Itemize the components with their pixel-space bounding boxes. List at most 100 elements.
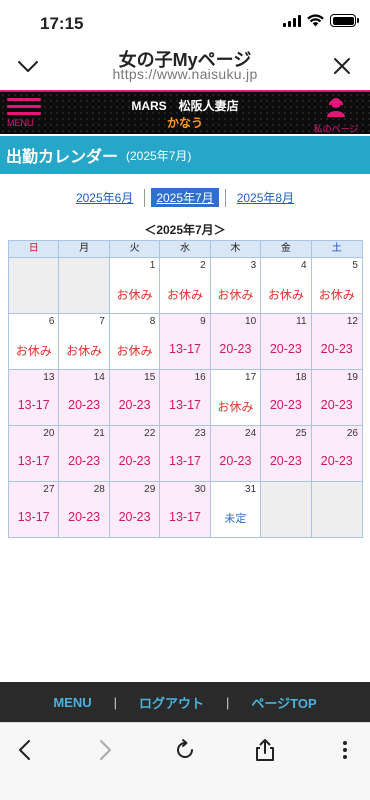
calendar-empty-cell — [59, 258, 110, 313]
calendar-day-cell: 26 20-23 — [311, 426, 362, 481]
day-number: 24 — [245, 428, 257, 439]
shift-status: お休み — [15, 344, 52, 358]
day-number: 17 — [245, 372, 257, 383]
shift-status: 20-23 — [269, 342, 302, 356]
day-number: 25 — [295, 428, 307, 439]
shift-status: 20-23 — [269, 398, 302, 412]
calendar-day-cell: 30 13-17 — [160, 482, 211, 537]
page-top-link[interactable]: ページTOP — [251, 693, 316, 712]
calendar: 日 月 火 水 木 金 土 1 お休み 2 お休み 3 お休み 4 お休み 5 お休み 6 お休み 7 お… — [8, 240, 363, 538]
calendar-day-cell: 17 お休み — [210, 370, 262, 425]
prev-month-link[interactable]: 2025年6月 — [71, 188, 138, 207]
calendar-title: ＜2025年7月＞ — [144, 223, 226, 237]
shift-status: 20-23 — [118, 510, 151, 524]
weekday-thu: 木 — [211, 241, 262, 257]
shift-status: お休み — [217, 288, 254, 302]
shift-status: 20-23 — [68, 454, 101, 468]
calendar-day-cell: 7 お休み — [59, 314, 110, 369]
wifi-icon — [307, 14, 324, 27]
mypage-button[interactable]: 私のページ — [310, 96, 362, 135]
shift-status: 20-23 — [269, 454, 302, 468]
signal-icon — [283, 14, 301, 27]
page-url: https://www.naisuku.jp — [112, 66, 258, 82]
day-number: 8 — [149, 316, 156, 327]
day-number: 16 — [194, 372, 206, 383]
calendar-day-cell: 5 お休み — [311, 258, 362, 313]
weekday-tue: 火 — [110, 241, 161, 257]
calendar-day-cell: 6 お休み — [9, 314, 60, 369]
calendar-day-cell: 14 20-23 — [59, 370, 110, 425]
close-icon[interactable] — [330, 54, 354, 78]
footer-separator: | — [226, 694, 230, 710]
shift-status: お休み — [318, 288, 355, 302]
calendar-day-cell: 12 20-23 — [311, 314, 362, 369]
day-number: 11 — [296, 316, 307, 327]
calendar-day-cell: 27 13-17 — [9, 482, 60, 537]
forward-icon[interactable] — [92, 737, 118, 763]
day-number: 27 — [43, 484, 55, 495]
shift-status: 13-17 — [169, 342, 201, 356]
day-number: 6 — [48, 316, 55, 327]
day-number: 1 — [149, 260, 156, 271]
section-title-text: 出勤カレンダー — [6, 149, 119, 166]
shift-status: 13-17 — [169, 510, 201, 524]
shift-status: 13-17 — [17, 398, 50, 412]
calendar-day-cell: 18 20-23 — [261, 370, 312, 425]
shift-status: 13-17 — [169, 454, 201, 468]
shift-status: お休み — [166, 288, 203, 302]
day-number: 31 — [245, 484, 257, 495]
current-month-link[interactable]: 2025年7月 — [151, 188, 219, 207]
day-number: 9 — [200, 316, 206, 327]
calendar-day-cell: 4 お休み — [261, 258, 312, 313]
day-number: 20 — [43, 428, 55, 439]
calendar-empty-cell — [261, 482, 312, 537]
shift-status: 13-17 — [169, 398, 201, 412]
shift-status: お休み — [116, 344, 153, 358]
calendar-day-cell: 29 20-23 — [109, 482, 161, 537]
day-number: 19 — [346, 372, 358, 383]
calendar-day-cell: 15 20-23 — [109, 370, 161, 425]
day-number: 14 — [93, 372, 105, 383]
calendar-empty-cell — [9, 258, 60, 313]
calendar-empty-cell — [311, 482, 362, 537]
section-title: 出勤カレンダー (2025年7月) — [0, 136, 370, 174]
calendar-week-row: 13 13-17 14 20-23 15 20-23 16 13-17 17 お休み 18 20-23… — [9, 369, 362, 425]
divider — [144, 188, 146, 207]
shift-status: 13-17 — [17, 454, 50, 468]
shift-status: 20-23 — [320, 342, 353, 356]
back-icon[interactable] — [12, 737, 38, 763]
day-number: 3 — [250, 260, 257, 271]
status-icons — [283, 14, 359, 27]
day-number: 29 — [144, 484, 156, 495]
calendar-day-cell: 9 13-17 — [160, 314, 211, 369]
calendar-week-row: 1 お休み 2 お休み 3 お休み 4 お休み 5 お休み — [9, 257, 362, 313]
calendar-day-cell: 2 お休み — [160, 258, 211, 313]
logout-link[interactable]: ログアウト — [139, 693, 204, 712]
next-month-link[interactable]: 2025年8月 — [232, 188, 299, 207]
more-icon[interactable] — [332, 737, 358, 763]
calendar-day-cell: 3 お休み — [210, 258, 262, 313]
shift-status: 20-23 — [118, 398, 151, 412]
footer-menu-link[interactable]: MENU — [53, 695, 91, 710]
day-number: 5 — [352, 260, 358, 271]
mypage-label: 私のページ — [313, 124, 359, 134]
day-number: 21 — [93, 428, 105, 439]
calendar-day-cell: 16 13-17 — [160, 370, 211, 425]
share-icon[interactable] — [252, 737, 278, 763]
day-number: 4 — [301, 260, 307, 271]
day-number: 10 — [245, 316, 257, 327]
day-number: 15 — [144, 372, 156, 383]
shift-status: 20-23 — [68, 510, 101, 524]
shift-status: お休み — [267, 288, 304, 302]
calendar-day-cell: 28 20-23 — [59, 482, 110, 537]
shift-status: 20-23 — [320, 454, 353, 468]
weekday-sun: 日 — [9, 241, 60, 257]
calendar-week-row: 6 お休み 7 お休み 8 お休み 9 13-17 10 20-23 11 20-23 12 20-23 — [9, 313, 362, 369]
day-number: 13 — [43, 372, 55, 383]
weekday-mon: 月 — [59, 241, 110, 257]
shift-status: 20-23 — [118, 454, 151, 468]
site-header: MENU MARS 松阪人妻店 かなう 私のページ — [0, 90, 370, 134]
day-number: 23 — [194, 428, 206, 439]
reload-icon[interactable] — [172, 737, 198, 763]
calendar-day-cell: 20 13-17 — [9, 426, 60, 481]
